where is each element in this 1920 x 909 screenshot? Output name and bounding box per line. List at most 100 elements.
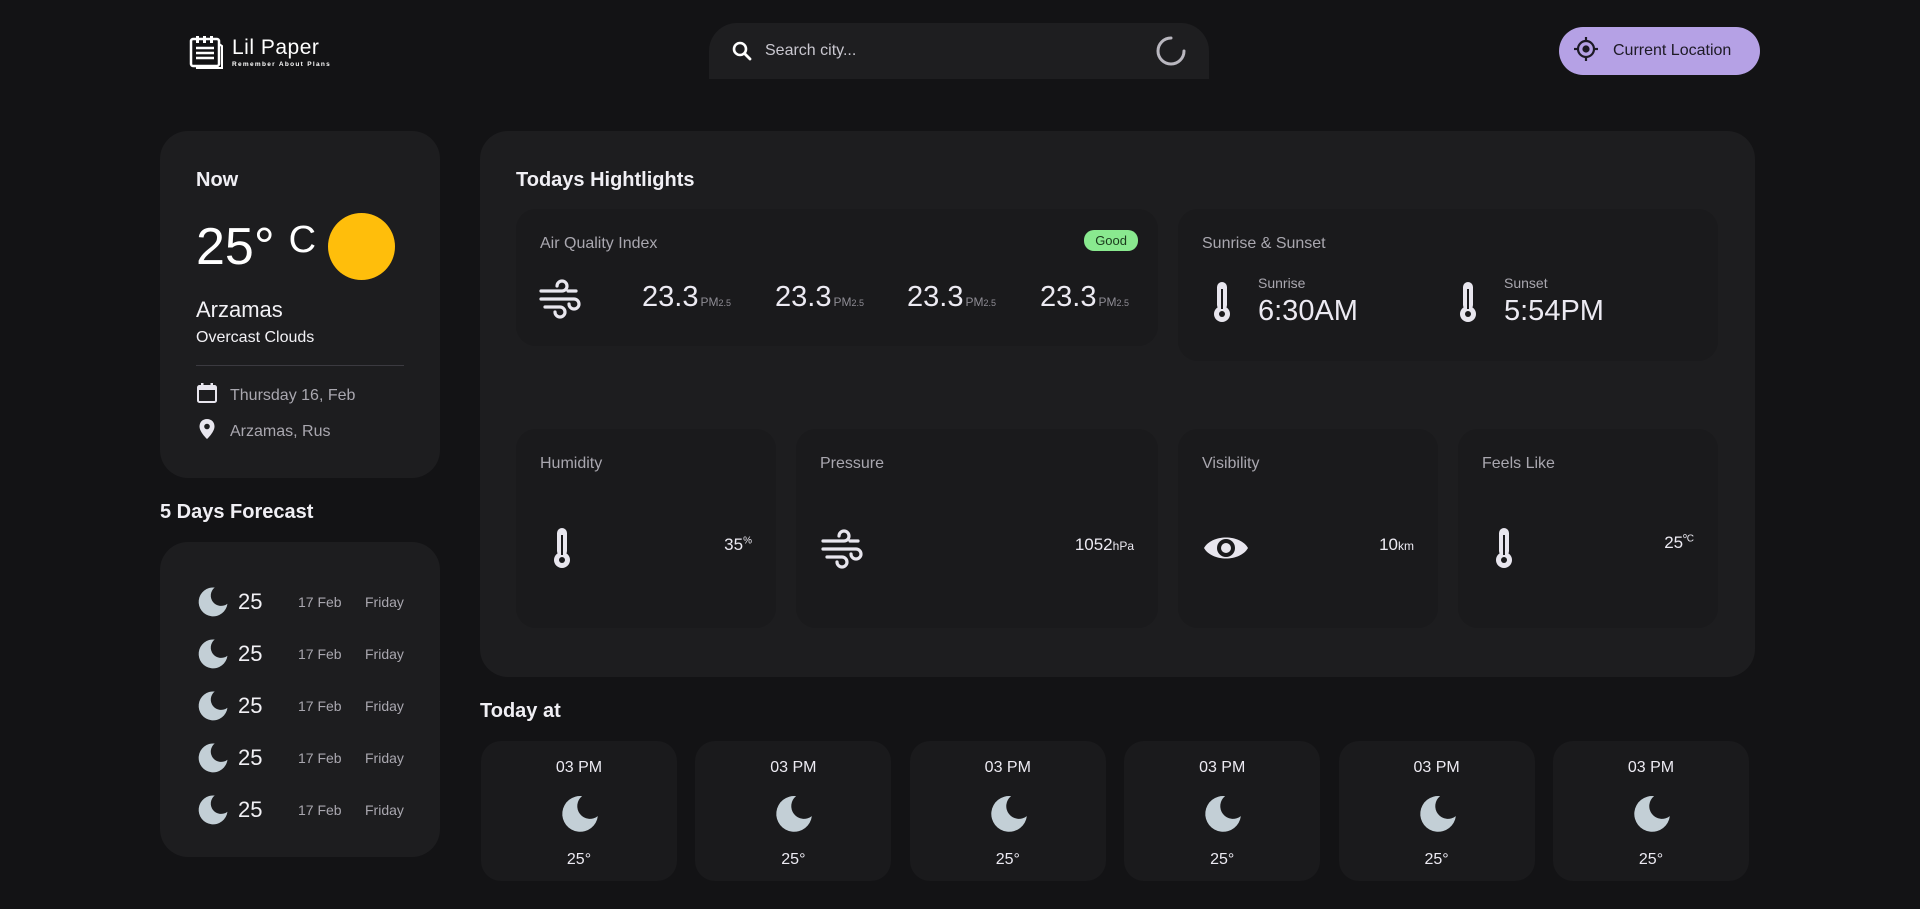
city-name: Arzamas bbox=[196, 297, 283, 322]
current-location-label: Current Location bbox=[1613, 42, 1732, 59]
forecast-temp: 25 bbox=[238, 589, 263, 614]
pressure-number: 1052 bbox=[1074, 535, 1113, 554]
aqi-value: 23.3 PM2.5 bbox=[642, 281, 731, 314]
moon-icon bbox=[196, 741, 230, 775]
humidity-label: Humidity bbox=[540, 455, 603, 472]
hourly-card: 03 PM 25° bbox=[1338, 741, 1535, 881]
moon-icon bbox=[196, 689, 230, 723]
hourly-card: 03 PM 25° bbox=[695, 741, 892, 881]
sunset-item: Sunset 5:54PM bbox=[1458, 275, 1604, 328]
sunset-time: 5:54PM bbox=[1504, 295, 1604, 327]
pressure-unit: hPa bbox=[1112, 539, 1134, 553]
forecast-title: 5 Days Forecast bbox=[160, 501, 314, 523]
search-bar bbox=[709, 23, 1209, 79]
humidity-value: 35% bbox=[724, 535, 752, 555]
hourly-temp: 25° bbox=[566, 851, 592, 868]
moon-icon bbox=[1631, 793, 1673, 835]
moon-icon bbox=[196, 637, 230, 671]
sunrise-sunset-label: Sunrise & Sunset bbox=[1202, 235, 1326, 252]
aqi-value: 23.3 PM2.5 bbox=[775, 281, 864, 314]
aqi-value: 23.3 PM2.5 bbox=[1040, 281, 1129, 314]
hourly-temp: 25° bbox=[995, 851, 1020, 868]
aqi-unit-label: PM bbox=[965, 295, 984, 309]
forecast-day: Friday bbox=[365, 750, 404, 766]
aqi-number: 23.3 bbox=[907, 281, 964, 313]
thermometer-icon bbox=[1212, 281, 1232, 328]
forecast-date: 17 Feb bbox=[298, 750, 342, 766]
aqi-unit: PM2.5 bbox=[1098, 295, 1129, 309]
hourly-temp: 25° bbox=[1638, 851, 1664, 868]
crosshair-icon bbox=[1573, 36, 1599, 67]
aqi-unit: PM2.5 bbox=[833, 295, 864, 309]
sunrise-label: Sunrise bbox=[1258, 275, 1306, 291]
forecast-row: 25 17 Feb Friday bbox=[196, 576, 404, 628]
notepad-icon bbox=[188, 34, 224, 70]
air-quality-card: Air Quality Index Good 23.3 PM2.5 23.3 PM2.… bbox=[516, 209, 1158, 346]
calendar-icon bbox=[196, 382, 218, 409]
pressure-card: Pressure 1052hPa bbox=[796, 429, 1158, 628]
weather-description: Overcast Clouds bbox=[196, 329, 315, 346]
aqi-unit-sub: 2.5 bbox=[983, 298, 996, 308]
highlights-panel: Todays Hightlights Air Quality Index Goo… bbox=[480, 131, 1755, 677]
moon-icon bbox=[988, 793, 1030, 835]
aqi-unit-label: PM bbox=[833, 295, 852, 309]
aqi-unit-sub: 2.5 bbox=[851, 298, 864, 308]
current-location-text: Arzamas, Rus bbox=[230, 422, 331, 440]
aqi-unit-label: PM bbox=[1098, 295, 1117, 309]
location-pin-icon bbox=[196, 418, 218, 445]
feels-like-unit: ºC bbox=[1683, 533, 1694, 545]
forecast-date: 17 Feb bbox=[298, 698, 342, 714]
humidity-number: 35 bbox=[724, 535, 744, 554]
search-icon[interactable] bbox=[731, 40, 753, 62]
forecast-row: 25 17 Feb Friday bbox=[196, 732, 404, 784]
current-date: Thursday 16, Feb bbox=[230, 386, 356, 404]
current-location-button[interactable]: Current Location bbox=[1559, 27, 1760, 75]
forecast-date: 17 Feb bbox=[298, 802, 342, 818]
forecast-day: Friday bbox=[365, 646, 404, 662]
visibility-value: 10km bbox=[1379, 535, 1414, 555]
aqi-unit-sub: 2.5 bbox=[718, 298, 731, 308]
forecast-date: 17 Feb bbox=[298, 646, 342, 662]
humidity-card: Humidity 35% bbox=[516, 429, 776, 628]
temperature-value: 25° bbox=[196, 218, 275, 276]
pressure-value: 1052hPa bbox=[1075, 535, 1134, 555]
divider bbox=[196, 365, 404, 366]
feels-like-number: 25 bbox=[1664, 533, 1684, 552]
visibility-number: 10 bbox=[1379, 535, 1398, 554]
visibility-label: Visibility bbox=[1202, 455, 1260, 472]
hourly-time: 03 PM bbox=[555, 759, 603, 776]
sun-icon bbox=[328, 213, 395, 280]
app-logo[interactable]: Lil Paper Remember About Plans bbox=[188, 34, 331, 70]
wind-icon bbox=[538, 279, 582, 324]
forecast-day: Friday bbox=[365, 802, 404, 818]
forecast-temp: 25 bbox=[238, 797, 263, 822]
hourly-card: 03 PM 25° bbox=[1553, 741, 1749, 881]
forecast-row: 25 17 Feb Friday bbox=[196, 628, 404, 680]
current-temperature: 25° C bbox=[196, 217, 316, 277]
hourly-card: 03 PM 25° bbox=[1124, 741, 1321, 881]
air-quality-badge: Good bbox=[1084, 230, 1138, 251]
wind-icon bbox=[820, 529, 864, 574]
visibility-card: Visibility 10km bbox=[1178, 429, 1438, 628]
logo-title: Lil Paper bbox=[232, 35, 320, 59]
forecast-date: 17 Feb bbox=[298, 594, 342, 610]
hourly-temp: 25° bbox=[1424, 851, 1449, 868]
now-title: Now bbox=[196, 169, 239, 191]
forecast-day: Friday bbox=[365, 698, 404, 714]
feels-like-card: Feels Like 25ºC bbox=[1458, 429, 1718, 628]
forecast-temp: 25 bbox=[238, 693, 263, 718]
loading-spinner-icon bbox=[1155, 35, 1187, 67]
moon-icon bbox=[196, 793, 230, 827]
moon-icon bbox=[1202, 793, 1244, 835]
aqi-unit: PM2.5 bbox=[700, 295, 731, 309]
forecast-temp: 25 bbox=[238, 745, 263, 770]
search-input[interactable] bbox=[765, 42, 1155, 60]
moon-icon bbox=[1417, 793, 1459, 835]
hourly-time: 03 PM bbox=[770, 759, 817, 776]
aqi-unit-sub: 2.5 bbox=[1116, 298, 1129, 308]
moon-icon bbox=[773, 793, 815, 835]
date-row: Thursday 16, Feb bbox=[196, 382, 355, 409]
moon-icon bbox=[559, 793, 601, 835]
hourly-time: 03 PM bbox=[984, 759, 1031, 776]
hourly-card: 03 PM 25° bbox=[481, 741, 677, 881]
